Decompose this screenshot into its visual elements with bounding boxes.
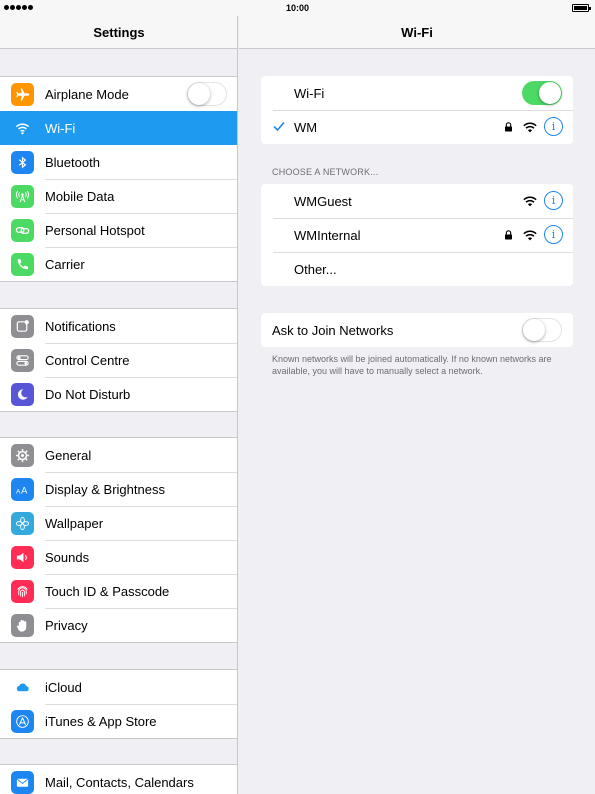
other-network-label: Other... xyxy=(294,261,337,277)
other-network-row[interactable]: Other... xyxy=(261,252,573,286)
wifi-header: Wi-Fi xyxy=(239,16,595,49)
sidebar-item-label: Wallpaper xyxy=(45,515,104,531)
sidebar-item-label: iTunes & App Store xyxy=(45,713,157,729)
sidebar-item-wallpaper[interactable]: Wallpaper xyxy=(0,506,237,540)
ask-to-join-toggle[interactable] xyxy=(522,318,562,342)
sidebar-item-icloud[interactable]: iCloud xyxy=(0,670,237,704)
settings-group-notifications: Notifications Control Centre Do Not Dist… xyxy=(0,308,237,412)
sidebar-item-personal-hotspot[interactable]: Personal Hotspot xyxy=(0,213,237,247)
sidebar-item-airplane-mode[interactable]: Airplane Mode xyxy=(0,77,237,111)
sidebar-item-control-centre[interactable]: Control Centre xyxy=(0,343,237,377)
sidebar-item-notifications[interactable]: Notifications xyxy=(0,309,237,343)
phone-icon xyxy=(11,252,34,276)
notifications-icon xyxy=(11,314,34,338)
checkmark-icon xyxy=(273,121,285,132)
sidebar-item-label: Touch ID & Passcode xyxy=(45,583,170,599)
wifi-signal-icon xyxy=(523,122,537,133)
settings-title: Settings xyxy=(93,25,145,40)
display-icon: AA xyxy=(11,477,34,501)
network-list: WMGuest i WMInternal i Other... xyxy=(261,184,573,286)
sidebar-item-label: Mail, Contacts, Calendars xyxy=(45,774,194,790)
wifi-signal-icon xyxy=(523,196,537,207)
gear-icon xyxy=(11,443,34,467)
sidebar-item-label: Privacy xyxy=(45,617,88,633)
settings-group-icloud: iCloud iTunes & App Store xyxy=(0,669,237,739)
sidebar-item-itunes-app-store[interactable]: iTunes & App Store xyxy=(0,704,237,738)
sidebar-item-label: General xyxy=(45,447,92,463)
sidebar-item-label: Sounds xyxy=(45,549,90,565)
info-icon[interactable]: i xyxy=(544,225,563,244)
bluetooth-icon xyxy=(11,150,34,174)
airplane-mode-toggle[interactable] xyxy=(187,82,227,106)
sidebar-item-label: Wi-Fi xyxy=(45,120,76,136)
info-icon[interactable]: i xyxy=(544,117,563,136)
sidebar-item-display-brightness[interactable]: AA Display & Brightness xyxy=(0,472,237,506)
network-name: WMInternal xyxy=(294,227,361,243)
hotspot-icon xyxy=(11,218,34,242)
choose-network-label: CHOOSE A NETWORK... xyxy=(272,167,379,177)
wallpaper-icon xyxy=(11,511,34,535)
speaker-icon xyxy=(11,545,34,569)
sidebar-item-mail[interactable]: Mail, Contacts, Calendars xyxy=(0,765,237,794)
wifi-toggle-label: Wi-Fi xyxy=(294,85,325,101)
fingerprint-icon xyxy=(11,579,34,603)
status-bar: 10:00 xyxy=(0,0,595,16)
sidebar-item-label: Control Centre xyxy=(45,352,130,368)
sidebar-item-do-not-disturb[interactable]: Do Not Disturb xyxy=(0,377,237,411)
airplane-icon xyxy=(11,82,34,106)
cloud-icon xyxy=(11,675,34,699)
settings-header: Settings xyxy=(0,16,237,49)
settings-pane: Settings Airplane Mode Wi-Fi Bluetooth M… xyxy=(0,0,238,794)
sidebar-item-label: Carrier xyxy=(45,256,85,272)
moon-icon xyxy=(11,382,34,406)
sidebar-item-label: Do Not Disturb xyxy=(45,386,131,402)
sidebar-item-general[interactable]: General xyxy=(0,438,237,472)
wifi-toggle[interactable] xyxy=(522,81,562,105)
connected-network-name: WM xyxy=(294,119,318,135)
control-centre-icon xyxy=(11,348,34,372)
svg-text:A: A xyxy=(21,485,28,495)
battery-icon xyxy=(572,4,591,12)
sidebar-item-label: Display & Brightness xyxy=(45,481,165,497)
sidebar-item-label: Notifications xyxy=(45,318,116,334)
sidebar-item-carrier[interactable]: Carrier xyxy=(0,247,237,281)
lock-icon xyxy=(505,230,512,240)
app-store-icon xyxy=(11,709,34,733)
sidebar-item-mobile-data[interactable]: Mobile Data xyxy=(0,179,237,213)
sidebar-item-label: Bluetooth xyxy=(45,154,100,170)
ask-to-join-footnote: Known networks will be joined automatica… xyxy=(272,354,552,376)
connected-network-row[interactable]: WM i xyxy=(261,110,573,144)
ask-to-join-card: Ask to Join Networks xyxy=(261,313,573,347)
lock-icon xyxy=(505,122,512,132)
wifi-toggle-row: Wi-Fi xyxy=(261,76,573,110)
antenna-icon xyxy=(11,184,34,208)
settings-group-connectivity: Airplane Mode Wi-Fi Bluetooth Mobile Dat… xyxy=(0,76,237,282)
sidebar-item-wifi[interactable]: Wi-Fi xyxy=(0,111,237,145)
network-row-wminternal[interactable]: WMInternal i xyxy=(261,218,573,252)
network-row-wmguest[interactable]: WMGuest i xyxy=(261,184,573,218)
hand-icon xyxy=(11,613,34,637)
sidebar-item-sounds[interactable]: Sounds xyxy=(0,540,237,574)
sidebar-item-label: Airplane Mode xyxy=(45,86,129,102)
settings-group-mail: Mail, Contacts, Calendars xyxy=(0,764,237,794)
sidebar-item-label: Mobile Data xyxy=(45,188,115,204)
ask-to-join-row: Ask to Join Networks xyxy=(261,313,573,347)
sidebar-item-privacy[interactable]: Privacy xyxy=(0,608,237,642)
network-name: WMGuest xyxy=(294,193,352,209)
wifi-signal-icon xyxy=(523,230,537,241)
settings-group-general: General AA Display & Brightness Wallpape… xyxy=(0,437,237,643)
wifi-icon xyxy=(11,117,34,140)
status-time: 10:00 xyxy=(285,3,310,13)
wifi-title: Wi-Fi xyxy=(401,25,433,40)
ask-to-join-label: Ask to Join Networks xyxy=(272,322,394,338)
sidebar-item-bluetooth[interactable]: Bluetooth xyxy=(0,145,237,179)
mail-icon xyxy=(11,770,34,794)
wifi-status-card: Wi-Fi WM i xyxy=(261,76,573,144)
sidebar-item-label: iCloud xyxy=(45,679,82,695)
info-icon[interactable]: i xyxy=(544,191,563,210)
wifi-detail-pane: Wi-Fi Wi-Fi WM i CHOOSE A NETWORK... WMG… xyxy=(239,0,595,794)
sidebar-item-label: Personal Hotspot xyxy=(45,222,145,238)
sidebar-item-touch-id[interactable]: Touch ID & Passcode xyxy=(0,574,237,608)
